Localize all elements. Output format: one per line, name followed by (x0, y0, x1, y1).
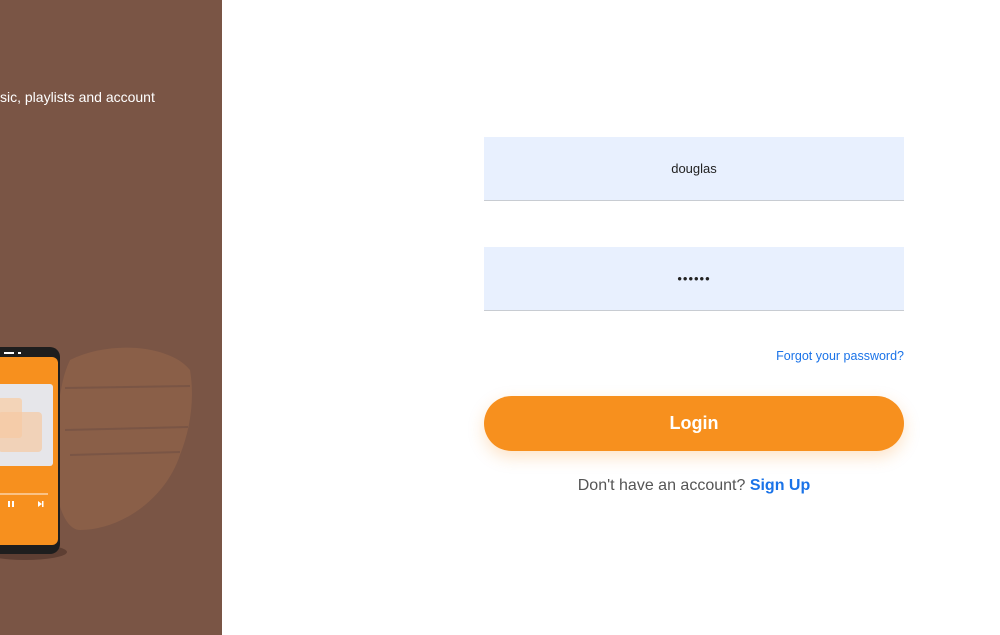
signup-row: Don't have an account? Sign Up (484, 477, 904, 495)
login-page: sic, playlists and account douglas •••••… (0, 0, 1000, 635)
music-phone-illustration (0, 347, 192, 560)
login-button[interactable]: Login (484, 396, 904, 451)
form-panel (222, 0, 1000, 635)
tagline: sic, playlists and account (0, 89, 155, 105)
pause-icon (8, 501, 10, 507)
brand-panel: sic, playlists and account (0, 0, 222, 635)
username-field[interactable] (484, 137, 904, 201)
forgot-password-link[interactable]: Forgot your password? (776, 349, 904, 363)
password-field[interactable] (484, 247, 904, 311)
signup-prompt: Don't have an account? (577, 477, 746, 494)
signup-link[interactable]: Sign Up (750, 477, 810, 494)
decorative-blob (53, 347, 192, 530)
